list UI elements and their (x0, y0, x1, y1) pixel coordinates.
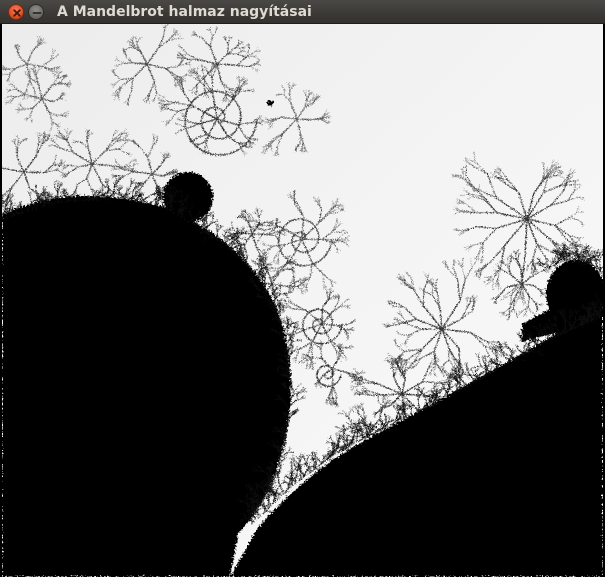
app-window: A Mandelbrot halmaz nagyításai (0, 0, 605, 577)
mandelbrot-canvas[interactable] (2, 24, 603, 577)
close-button[interactable] (8, 4, 24, 20)
window-title: A Mandelbrot halmaz nagyításai (57, 4, 312, 20)
minimize-button[interactable] (28, 4, 44, 20)
title-bar[interactable]: A Mandelbrot halmaz nagyításai (0, 0, 605, 24)
mandelbrot-image (2, 24, 603, 577)
